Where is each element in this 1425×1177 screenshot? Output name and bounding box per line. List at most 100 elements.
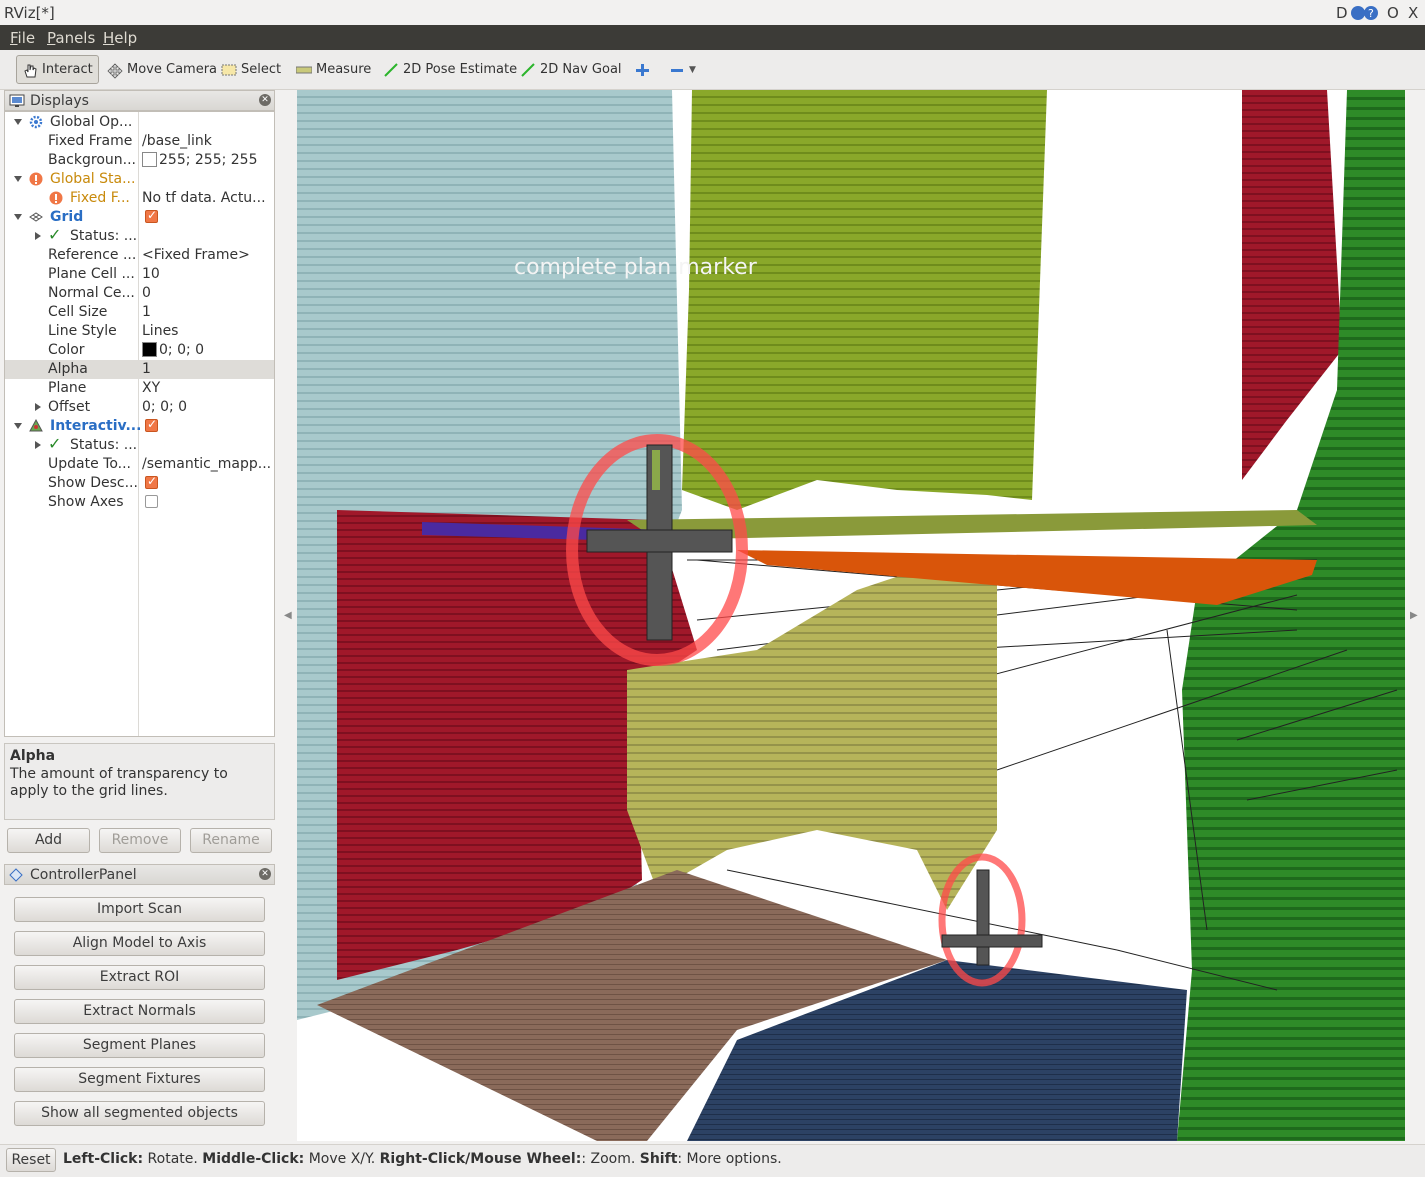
left-splitter-arrow-icon[interactable]: ◀ xyxy=(284,610,292,621)
color-swatch xyxy=(142,342,157,357)
remove-tool-button[interactable]: ▼ xyxy=(664,55,701,84)
extract-roi-button[interactable]: Extract ROI xyxy=(14,965,265,990)
window-control-o[interactable]: O xyxy=(1387,4,1399,22)
interactive-marker-icon xyxy=(29,418,43,433)
displays-tree: Global Op... Fixed Frame /base_link Back… xyxy=(4,111,275,737)
point-cloud-scene[interactable]: complete plan marker xyxy=(297,90,1405,1141)
show-segmented-button[interactable]: Show all segmented objects xyxy=(14,1101,265,1126)
render-viewport[interactable]: complete plan marker xyxy=(297,90,1405,1141)
close-icon[interactable]: ✕ xyxy=(259,94,271,106)
displays-title: Displays xyxy=(30,93,89,109)
tree-row-plane[interactable]: Plane XY xyxy=(5,379,274,398)
window-close-icon[interactable]: X xyxy=(1408,4,1418,22)
move-camera-tool[interactable]: Move Camera xyxy=(102,55,222,84)
expand-arrow-icon[interactable] xyxy=(35,232,41,240)
menu-help[interactable]: Help xyxy=(103,29,137,47)
tree-row-offset[interactable]: Offset 0; 0; 0 xyxy=(5,398,274,417)
expand-arrow-icon[interactable] xyxy=(14,119,22,125)
orange-shelf xyxy=(737,550,1317,605)
window-titlebar: RViz[*] D ? O X xyxy=(0,0,1425,25)
tree-row-cell-size[interactable]: Cell Size 1 xyxy=(5,303,274,322)
menu-bar: File Panels Help xyxy=(0,25,1425,50)
expand-arrow-icon[interactable] xyxy=(14,423,22,429)
segment-fixtures-button[interactable]: Segment Fixtures xyxy=(14,1067,265,1092)
window-title: RViz[*] xyxy=(4,4,55,22)
checkmark-icon: ✓ xyxy=(48,434,62,453)
tree-row-fixed-frame[interactable]: Fixed Frame /base_link xyxy=(5,132,274,151)
monitor-icon xyxy=(9,94,25,112)
pose-estimate-tool[interactable]: 2D Pose Estimate xyxy=(378,55,522,84)
green-arrow-icon xyxy=(520,62,536,77)
tool-bar: Interact Move Camera Select Measure 2D P… xyxy=(0,50,1425,130)
align-model-button[interactable]: Align Model to Axis xyxy=(14,931,265,956)
minus-icon xyxy=(669,63,685,77)
description-title: Alpha xyxy=(10,748,56,764)
color-swatch xyxy=(142,152,157,167)
remove-display-button[interactable]: Remove xyxy=(99,828,181,853)
controller-panel-header: ControllerPanel ✕ xyxy=(4,864,275,885)
grid-enabled-checkbox[interactable] xyxy=(145,208,158,223)
tree-row-grid-status[interactable]: ✓ Status: ... xyxy=(5,225,274,246)
move-arrows-icon xyxy=(107,62,123,79)
description-body: The amount of transparency to apply to t… xyxy=(10,766,228,799)
tree-row-interactive-markers[interactable]: Interactiv... xyxy=(5,417,274,436)
marker-description-text: complete plan marker xyxy=(514,255,758,280)
select-tool[interactable]: Select xyxy=(216,55,286,84)
checkmark-icon: ✓ xyxy=(48,225,62,244)
tree-row-plane-cell-count[interactable]: Plane Cell ... 10 xyxy=(5,265,274,284)
tree-row-background[interactable]: Backgroun... 255; 255; 255 xyxy=(5,151,274,170)
tree-row-grid[interactable]: Grid xyxy=(5,208,274,227)
close-icon[interactable]: ✕ xyxy=(259,868,271,880)
select-box-icon xyxy=(221,63,237,77)
tree-row-show-descriptions[interactable]: Show Desc... xyxy=(5,474,274,493)
menu-panels[interactable]: Panels xyxy=(47,29,95,47)
controller-panel-title: ControllerPanel xyxy=(30,867,137,883)
status-bar: Reset Left-Click: Rotate. Middle-Click: … xyxy=(0,1144,1425,1177)
reset-button[interactable]: Reset xyxy=(6,1148,56,1172)
diamond-icon xyxy=(9,868,23,886)
tree-row-global-options[interactable]: Global Op... xyxy=(5,113,274,132)
nav-goal-tool[interactable]: 2D Nav Goal xyxy=(515,55,627,84)
interact-tool[interactable]: Interact xyxy=(16,55,99,84)
tree-row-reference-frame[interactable]: Reference ... <Fixed Frame> xyxy=(5,246,274,265)
tree-row-update-topic[interactable]: Update To... /semantic_mapp... xyxy=(5,455,274,474)
segment-planes-button[interactable]: Segment Planes xyxy=(14,1033,265,1058)
tree-row-alpha[interactable]: Alpha 1 xyxy=(5,360,274,379)
plus-icon xyxy=(634,63,650,77)
rename-display-button[interactable]: Rename xyxy=(190,828,272,853)
interactive-markers-enabled-checkbox[interactable] xyxy=(145,417,158,432)
extract-normals-button[interactable]: Extract Normals xyxy=(14,999,265,1024)
status-help-text: Left-Click: Rotate. Middle-Click: Move X… xyxy=(63,1151,782,1167)
property-description: Alpha The amount of transparency to appl… xyxy=(4,743,275,820)
interactive-marker-large[interactable] xyxy=(566,434,748,666)
warning-icon xyxy=(49,191,63,205)
tree-row-fixed-frame-status[interactable]: Fixed F... No tf data. Actu... xyxy=(5,189,274,208)
window-help-icon[interactable]: ? xyxy=(1350,5,1380,21)
tree-row-normal-cell-count[interactable]: Normal Ce... 0 xyxy=(5,284,274,303)
olive-plane xyxy=(682,90,1047,510)
window-control-d[interactable]: D xyxy=(1336,4,1348,22)
add-display-button[interactable]: Add xyxy=(7,828,90,853)
expand-arrow-icon[interactable] xyxy=(14,176,22,182)
expand-arrow-icon[interactable] xyxy=(35,403,41,411)
interactive-marker-small[interactable] xyxy=(938,853,1043,987)
tree-row-global-status[interactable]: Global Sta... xyxy=(5,170,274,189)
import-scan-button[interactable]: Import Scan xyxy=(14,897,265,922)
tree-row-color[interactable]: Color 0; 0; 0 xyxy=(5,341,274,360)
svg-text:?: ? xyxy=(1368,7,1374,20)
expand-arrow-icon[interactable] xyxy=(35,441,41,449)
add-tool-button[interactable] xyxy=(629,55,659,84)
measure-tool[interactable]: Measure xyxy=(291,55,376,84)
show-axes-checkbox[interactable] xyxy=(145,495,158,508)
expand-arrow-icon[interactable] xyxy=(14,214,22,220)
right-splitter-arrow-icon[interactable]: ▶ xyxy=(1410,610,1418,621)
tree-row-interactive-status[interactable]: ✓ Status: ... xyxy=(5,434,274,455)
menu-file[interactable]: File xyxy=(10,29,35,47)
show-descriptions-checkbox[interactable] xyxy=(145,474,158,489)
hand-icon xyxy=(22,63,38,77)
displays-panel-header: Displays ✕ xyxy=(4,90,275,111)
grid-icon xyxy=(29,210,43,224)
dropdown-arrow-icon[interactable]: ▼ xyxy=(689,65,696,75)
tree-row-show-axes[interactable]: Show Axes xyxy=(5,493,274,512)
tree-row-line-style[interactable]: Line Style Lines xyxy=(5,322,274,341)
